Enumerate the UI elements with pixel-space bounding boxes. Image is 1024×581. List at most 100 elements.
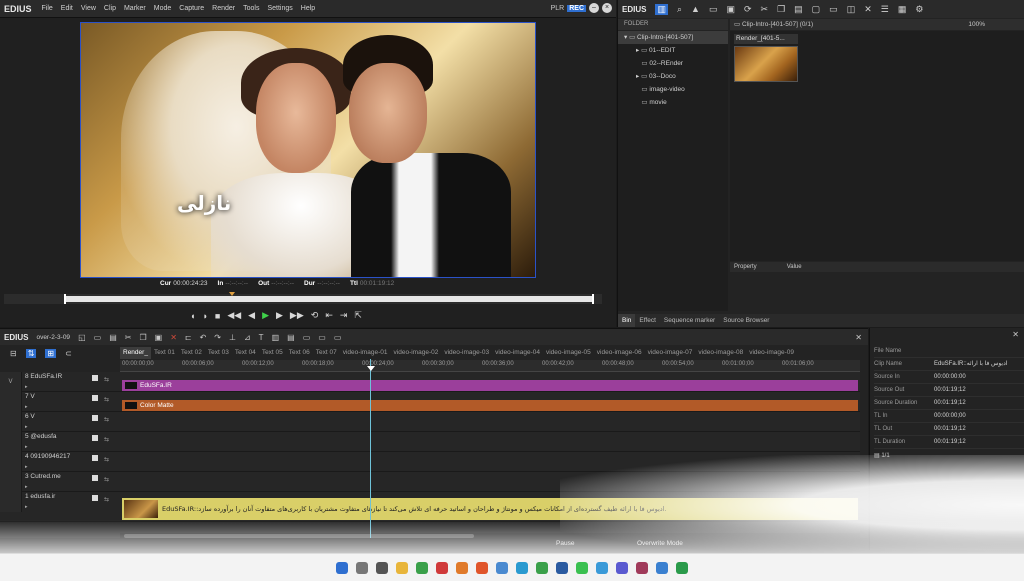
redo-icon[interactable]: ↷ bbox=[214, 333, 221, 342]
browser-icon[interactable] bbox=[496, 561, 508, 574]
tree-item[interactable]: ▭ image-video bbox=[618, 83, 728, 96]
snapshot-icon[interactable]: ▭ bbox=[334, 333, 342, 342]
sync-icon[interactable]: ⟳ bbox=[744, 4, 752, 15]
clipboard-icon[interactable]: ▢ bbox=[812, 4, 821, 15]
save-icon[interactable]: ▤ bbox=[109, 333, 117, 342]
delete-icon[interactable]: ✕ bbox=[170, 333, 177, 342]
tree-item[interactable]: ▸ ▭ 01--EDIT bbox=[618, 44, 728, 57]
sequence-tab[interactable]: Text 06 bbox=[286, 347, 313, 359]
close-icon[interactable]: × bbox=[602, 3, 612, 13]
sequence-tab[interactable]: Text 05 bbox=[259, 347, 286, 359]
up-folder-icon[interactable]: ▲ bbox=[691, 4, 700, 14]
mode-icon[interactable]: ◱ bbox=[78, 333, 86, 342]
sequence-tab[interactable]: video-image-08 bbox=[695, 347, 746, 359]
split-icon[interactable]: ⊥ bbox=[229, 333, 236, 342]
menu-settings[interactable]: Settings bbox=[263, 5, 296, 12]
stop-icon[interactable]: ■ bbox=[215, 311, 220, 321]
app-icon[interactable] bbox=[616, 561, 628, 574]
copy-icon[interactable]: ❐ bbox=[139, 333, 146, 342]
comment-icon[interactable]: ▭ bbox=[829, 4, 838, 15]
tree-item[interactable]: ▾ ▭ Clip-Intro-[401-507] bbox=[618, 31, 728, 44]
menu-edit[interactable]: Edit bbox=[57, 5, 77, 12]
paste-icon[interactable]: ▤ bbox=[794, 4, 803, 15]
new-sequence-icon[interactable]: ▭ bbox=[94, 333, 102, 342]
search-icon[interactable] bbox=[356, 561, 368, 574]
delete-icon[interactable]: ✕ bbox=[864, 4, 872, 15]
menu-capture[interactable]: Capture bbox=[175, 5, 208, 12]
track-header[interactable]: 3 Cutred.me ▸ ⇆ bbox=[0, 472, 120, 492]
prev-edit-icon[interactable]: ⇤ bbox=[325, 310, 333, 321]
copy-icon[interactable]: ❐ bbox=[777, 4, 785, 15]
track-audio-icon[interactable]: ⇆ bbox=[104, 455, 109, 465]
clip-edusfa-title[interactable]: EduSFa.IR bbox=[122, 380, 858, 391]
track-audio-icon[interactable]: ⇆ bbox=[104, 435, 109, 445]
settings-icon[interactable]: ⚙ bbox=[915, 4, 923, 15]
track-patch[interactable] bbox=[0, 412, 22, 432]
sequence-tab[interactable]: Text 07 bbox=[313, 347, 340, 359]
menu-help[interactable]: Help bbox=[297, 5, 319, 12]
track-audio-icon[interactable]: ⇆ bbox=[104, 475, 109, 485]
telegram-icon[interactable] bbox=[596, 561, 608, 574]
clip-main-video[interactable]: EduSFa.IR::ادیوس فا با ارائه طیف گسترده‌… bbox=[122, 498, 858, 520]
track-video-toggle[interactable] bbox=[92, 415, 98, 421]
sequence-tab[interactable]: video-image-05 bbox=[543, 347, 594, 359]
track-audio-icon[interactable]: ⇆ bbox=[104, 395, 109, 405]
track-patch[interactable] bbox=[0, 492, 22, 512]
snap-icon[interactable]: ⊂ bbox=[65, 349, 72, 358]
sequence-tab[interactable]: Text 02 bbox=[178, 347, 205, 359]
tree-item[interactable]: ▭ movie bbox=[618, 96, 728, 109]
playhead-handle[interactable] bbox=[367, 366, 375, 371]
scrub-position-marker[interactable] bbox=[229, 292, 235, 296]
menu-marker[interactable]: Marker bbox=[120, 5, 150, 12]
clip-thumbnail[interactable] bbox=[734, 46, 798, 82]
track-audio-icon[interactable]: ⇆ bbox=[104, 375, 109, 385]
track-video-toggle[interactable] bbox=[92, 395, 98, 401]
timeline-close-icon[interactable]: ✕ bbox=[855, 333, 862, 342]
sequence-tab[interactable]: video-image-03 bbox=[441, 347, 492, 359]
track-patch[interactable] bbox=[0, 452, 22, 472]
track-header[interactable]: 1 edusfa.ir ▸ ⇆ bbox=[0, 492, 120, 522]
tree-item[interactable]: ▸ ▭ 03--Doco bbox=[618, 70, 728, 83]
sequence-tab[interactable]: video-image-09 bbox=[746, 347, 797, 359]
step-forward-icon[interactable]: ▶ bbox=[276, 310, 283, 321]
sync-lock-icon[interactable]: ⇅ bbox=[25, 348, 37, 358]
sequence-tab[interactable]: video-image-07 bbox=[645, 347, 696, 359]
menu-file[interactable]: File bbox=[38, 5, 57, 12]
title-icon[interactable]: T bbox=[259, 333, 264, 342]
menu-view[interactable]: View bbox=[77, 5, 100, 12]
track-patch[interactable] bbox=[0, 472, 22, 492]
next-edit-icon[interactable]: ⇥ bbox=[340, 310, 348, 321]
menu-tools[interactable]: Tools bbox=[239, 5, 263, 12]
list-view-icon[interactable]: ☰ bbox=[881, 4, 889, 15]
track-header[interactable]: 6 V ▸ ⇆ bbox=[0, 412, 120, 432]
set-out-icon[interactable]: ◗ bbox=[202, 311, 207, 321]
menu-mode[interactable]: Mode bbox=[150, 5, 176, 12]
audio-icon[interactable]: ▥ bbox=[272, 333, 280, 342]
edge-icon[interactable] bbox=[516, 561, 528, 574]
rec-toggle[interactable]: REC bbox=[567, 4, 586, 12]
rewind-icon[interactable]: ◀◀ bbox=[227, 310, 241, 321]
export-icon[interactable]: ▤ bbox=[287, 333, 295, 342]
menu-clip[interactable]: Clip bbox=[100, 5, 120, 12]
sequence-tab[interactable]: Text 03 bbox=[205, 347, 232, 359]
track-video-toggle[interactable] bbox=[92, 435, 98, 441]
track-header[interactable]: V8 EduSFa.IR ▸ ⇆ bbox=[0, 372, 120, 392]
sequence-tab[interactable]: video-image-04 bbox=[492, 347, 543, 359]
link-icon[interactable]: ⊞ bbox=[45, 348, 57, 358]
track-video-toggle[interactable] bbox=[92, 455, 98, 461]
clip-thumbnail-title[interactable]: Render_[401-5... bbox=[734, 34, 798, 44]
in-handle[interactable] bbox=[64, 294, 66, 304]
fast-forward-icon[interactable]: ▶▶ bbox=[290, 310, 304, 321]
sequence-tab[interactable]: Text 04 bbox=[232, 347, 259, 359]
media-player-icon[interactable] bbox=[676, 561, 688, 574]
tab-sequence-marker[interactable]: Sequence marker bbox=[660, 314, 719, 327]
loop-icon[interactable]: ⟲ bbox=[311, 310, 319, 321]
folder-view-icon[interactable]: ▥ bbox=[655, 3, 668, 15]
brave-icon[interactable] bbox=[476, 561, 488, 574]
track-header[interactable]: 7 V ▸ ⇆ bbox=[0, 392, 120, 412]
sequence-tab[interactable]: video-image-01 bbox=[340, 347, 391, 359]
search-icon[interactable]: ⌕ bbox=[677, 4, 682, 15]
menu-render[interactable]: Render bbox=[208, 5, 239, 12]
firefox-icon[interactable] bbox=[456, 561, 468, 574]
play-icon[interactable]: ▶ bbox=[262, 310, 269, 321]
